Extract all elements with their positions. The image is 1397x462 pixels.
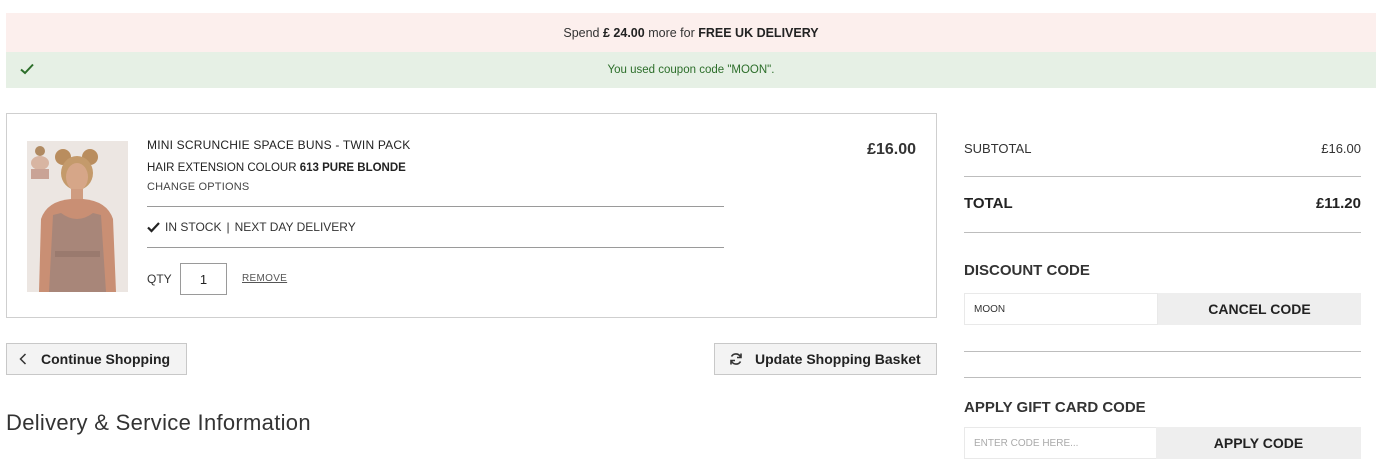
qty-label: QTY bbox=[147, 272, 172, 286]
divider bbox=[964, 377, 1361, 378]
product-image[interactable] bbox=[27, 141, 128, 292]
stock-text: IN STOCK bbox=[165, 220, 222, 234]
basket-item: MINI SCRUNCHIE SPACE BUNS - TWIN PACK HA… bbox=[6, 113, 937, 318]
refresh-icon bbox=[730, 353, 742, 365]
subtotal-row: SUBTOTAL £16.00 bbox=[964, 141, 1361, 156]
check-icon bbox=[147, 222, 160, 233]
colour-label: HAIR EXTENSION COLOUR bbox=[147, 162, 297, 174]
divider bbox=[147, 206, 724, 207]
total-row: TOTAL £11.20 bbox=[964, 195, 1361, 212]
gift-card-title: APPLY GIFT CARD CODE bbox=[964, 399, 1146, 416]
divider bbox=[964, 232, 1361, 233]
total-value: £11.20 bbox=[1315, 195, 1361, 212]
delivery-info-heading: Delivery & Service Information bbox=[6, 410, 311, 435]
delivery-amount: £ 24.00 bbox=[603, 25, 645, 40]
quantity-input[interactable] bbox=[180, 263, 227, 295]
discount-code-title: DISCOUNT CODE bbox=[964, 262, 1090, 279]
remove-link[interactable]: REMOVE bbox=[242, 273, 287, 284]
stock-separator: | bbox=[226, 220, 230, 234]
delivery-text: NEXT DAY DELIVERY bbox=[234, 220, 356, 234]
delivery-prefix: Spend bbox=[563, 25, 600, 40]
discount-code-input[interactable] bbox=[964, 293, 1158, 325]
delivery-middle: more for bbox=[648, 25, 695, 40]
colour-value: 613 PURE BLONDE bbox=[299, 162, 406, 174]
stock-status: IN STOCK | NEXT DAY DELIVERY bbox=[147, 220, 356, 234]
update-basket-button[interactable]: Update Shopping Basket bbox=[714, 343, 937, 375]
update-label: Update Shopping Basket bbox=[755, 351, 921, 367]
order-summary: SUBTOTAL £16.00 TOTAL £11.20 DISCOUNT CO… bbox=[964, 0, 1361, 462]
item-price: £16.00 bbox=[867, 141, 916, 158]
apply-code-button[interactable]: APPLY CODE bbox=[1156, 427, 1361, 459]
continue-label: Continue Shopping bbox=[41, 351, 171, 367]
continue-shopping-button[interactable]: Continue Shopping bbox=[6, 343, 187, 375]
divider bbox=[964, 176, 1361, 177]
check-icon bbox=[20, 63, 34, 75]
gift-card-input[interactable] bbox=[964, 427, 1158, 459]
subtotal-value: £16.00 bbox=[1321, 141, 1361, 156]
product-name[interactable]: MINI SCRUNCHIE SPACE BUNS - TWIN PACK bbox=[147, 138, 410, 152]
divider bbox=[147, 247, 724, 248]
delivery-offer: FREE UK DELIVERY bbox=[698, 25, 819, 40]
coupon-message: You used coupon code "MOON". bbox=[607, 64, 775, 76]
change-options-link[interactable]: CHANGE OPTIONS bbox=[147, 181, 249, 193]
product-photo-icon bbox=[27, 141, 128, 292]
total-label: TOTAL bbox=[964, 195, 1013, 212]
product-colour: HAIR EXTENSION COLOUR 613 PURE BLONDE bbox=[147, 162, 406, 174]
divider bbox=[964, 351, 1361, 352]
chevron-left-icon bbox=[19, 353, 27, 365]
cancel-code-button[interactable]: CANCEL CODE bbox=[1158, 293, 1361, 325]
subtotal-label: SUBTOTAL bbox=[964, 141, 1032, 156]
